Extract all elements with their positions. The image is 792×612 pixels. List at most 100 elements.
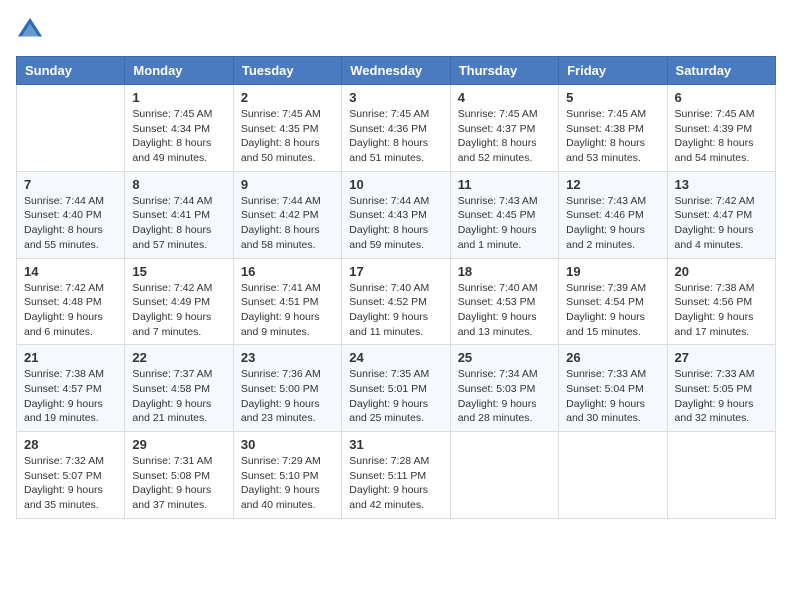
day-info: Sunrise: 7:33 AM Sunset: 5:05 PM Dayligh… (675, 367, 768, 426)
logo-icon (16, 16, 44, 44)
day-info: Sunrise: 7:42 AM Sunset: 4:48 PM Dayligh… (24, 281, 117, 340)
calendar-cell: 17 Sunrise: 7:40 AM Sunset: 4:52 PM Dayli… (342, 258, 450, 345)
calendar-cell (450, 432, 558, 519)
day-info: Sunrise: 7:34 AM Sunset: 5:03 PM Dayligh… (458, 367, 551, 426)
calendar-table: SundayMondayTuesdayWednesdayThursdayFrid… (16, 56, 776, 519)
day-number: 29 (132, 437, 225, 452)
calendar-cell: 4 Sunrise: 7:45 AM Sunset: 4:37 PM Daylig… (450, 85, 558, 172)
day-info: Sunrise: 7:31 AM Sunset: 5:08 PM Dayligh… (132, 454, 225, 513)
week-row-5: 28 Sunrise: 7:32 AM Sunset: 5:07 PM Dayli… (17, 432, 776, 519)
day-number: 14 (24, 264, 117, 279)
day-info: Sunrise: 7:29 AM Sunset: 5:10 PM Dayligh… (241, 454, 334, 513)
day-info: Sunrise: 7:45 AM Sunset: 4:39 PM Dayligh… (675, 107, 768, 166)
day-info: Sunrise: 7:43 AM Sunset: 4:46 PM Dayligh… (566, 194, 659, 253)
day-number: 12 (566, 177, 659, 192)
calendar-cell: 24Sunrise: 7:35 AM Sunset: 5:01 PM Dayli… (342, 345, 450, 432)
day-number: 27 (675, 350, 768, 365)
weekday-header-row: SundayMondayTuesdayWednesdayThursdayFrid… (17, 57, 776, 85)
day-info: Sunrise: 7:33 AM Sunset: 5:04 PM Dayligh… (566, 367, 659, 426)
day-info: Sunrise: 7:39 AM Sunset: 4:54 PM Dayligh… (566, 281, 659, 340)
day-number: 16 (241, 264, 334, 279)
calendar-cell: 30 Sunrise: 7:29 AM Sunset: 5:10 PM Dayli… (233, 432, 341, 519)
calendar-cell: 10 Sunrise: 7:44 AM Sunset: 4:43 PM Dayli… (342, 171, 450, 258)
day-info: Sunrise: 7:40 AM Sunset: 4:53 PM Dayligh… (458, 281, 551, 340)
weekday-header-tuesday: Tuesday (233, 57, 341, 85)
calendar-cell: 26 Sunrise: 7:33 AM Sunset: 5:04 PM Dayli… (559, 345, 667, 432)
weekday-header-friday: Friday (559, 57, 667, 85)
calendar-cell (17, 85, 125, 172)
calendar-cell: 2Sunrise: 7:45 AM Sunset: 4:35 PM Daylig… (233, 85, 341, 172)
calendar-cell: 11 Sunrise: 7:43 AM Sunset: 4:45 PM Dayli… (450, 171, 558, 258)
day-info: Sunrise: 7:38 AM Sunset: 4:57 PM Dayligh… (24, 367, 117, 426)
day-info: Sunrise: 7:35 AM Sunset: 5:01 PM Dayligh… (349, 367, 442, 426)
day-info: Sunrise: 7:44 AM Sunset: 4:43 PM Dayligh… (349, 194, 442, 253)
calendar-cell: 5 Sunrise: 7:45 AM Sunset: 4:38 PM Daylig… (559, 85, 667, 172)
day-info: Sunrise: 7:45 AM Sunset: 4:37 PM Dayligh… (458, 107, 551, 166)
day-info: Sunrise: 7:28 AM Sunset: 5:11 PM Dayligh… (349, 454, 442, 513)
day-info: Sunrise: 7:45 AM Sunset: 4:34 PM Dayligh… (132, 107, 225, 166)
day-number: 15 (132, 264, 225, 279)
calendar-cell: 6 Sunrise: 7:45 AM Sunset: 4:39 PM Daylig… (667, 85, 775, 172)
calendar-cell: 13Sunrise: 7:42 AM Sunset: 4:47 PM Dayli… (667, 171, 775, 258)
calendar-cell: 3 Sunrise: 7:45 AM Sunset: 4:36 PM Daylig… (342, 85, 450, 172)
day-number: 17 (349, 264, 442, 279)
day-number: 9 (241, 177, 334, 192)
day-number: 18 (458, 264, 551, 279)
day-info: Sunrise: 7:45 AM Sunset: 4:35 PM Dayligh… (241, 107, 334, 166)
calendar-cell: 20Sunrise: 7:38 AM Sunset: 4:56 PM Dayli… (667, 258, 775, 345)
calendar-cell: 8Sunrise: 7:44 AM Sunset: 4:41 PM Daylig… (125, 171, 233, 258)
page-header (16, 16, 776, 44)
calendar-cell: 29 Sunrise: 7:31 AM Sunset: 5:08 PM Dayli… (125, 432, 233, 519)
day-info: Sunrise: 7:37 AM Sunset: 4:58 PM Dayligh… (132, 367, 225, 426)
day-number: 19 (566, 264, 659, 279)
week-row-2: 7Sunrise: 7:44 AM Sunset: 4:40 PM Daylig… (17, 171, 776, 258)
day-info: Sunrise: 7:42 AM Sunset: 4:47 PM Dayligh… (675, 194, 768, 253)
day-number: 1 (132, 90, 225, 105)
day-number: 6 (675, 90, 768, 105)
calendar-cell: 1 Sunrise: 7:45 AM Sunset: 4:34 PM Daylig… (125, 85, 233, 172)
calendar-cell: 27 Sunrise: 7:33 AM Sunset: 5:05 PM Dayli… (667, 345, 775, 432)
calendar-cell: 19 Sunrise: 7:39 AM Sunset: 4:54 PM Dayli… (559, 258, 667, 345)
day-info: Sunrise: 7:32 AM Sunset: 5:07 PM Dayligh… (24, 454, 117, 513)
weekday-header-saturday: Saturday (667, 57, 775, 85)
day-number: 8 (132, 177, 225, 192)
calendar-cell: 22 Sunrise: 7:37 AM Sunset: 4:58 PM Dayli… (125, 345, 233, 432)
calendar-cell: 14 Sunrise: 7:42 AM Sunset: 4:48 PM Dayli… (17, 258, 125, 345)
calendar-cell: 12 Sunrise: 7:43 AM Sunset: 4:46 PM Dayli… (559, 171, 667, 258)
day-number: 3 (349, 90, 442, 105)
weekday-header-thursday: Thursday (450, 57, 558, 85)
calendar-cell: 25 Sunrise: 7:34 AM Sunset: 5:03 PM Dayli… (450, 345, 558, 432)
day-info: Sunrise: 7:45 AM Sunset: 4:36 PM Dayligh… (349, 107, 442, 166)
week-row-3: 14 Sunrise: 7:42 AM Sunset: 4:48 PM Dayli… (17, 258, 776, 345)
logo (16, 16, 48, 44)
day-number: 28 (24, 437, 117, 452)
day-number: 7 (24, 177, 117, 192)
calendar-cell: 7Sunrise: 7:44 AM Sunset: 4:40 PM Daylig… (17, 171, 125, 258)
calendar-cell: 9 Sunrise: 7:44 AM Sunset: 4:42 PM Daylig… (233, 171, 341, 258)
day-number: 26 (566, 350, 659, 365)
calendar-cell: 21 Sunrise: 7:38 AM Sunset: 4:57 PM Dayli… (17, 345, 125, 432)
day-number: 11 (458, 177, 551, 192)
calendar-cell: 31Sunrise: 7:28 AM Sunset: 5:11 PM Dayli… (342, 432, 450, 519)
week-row-1: 1 Sunrise: 7:45 AM Sunset: 4:34 PM Daylig… (17, 85, 776, 172)
day-info: Sunrise: 7:43 AM Sunset: 4:45 PM Dayligh… (458, 194, 551, 253)
day-number: 10 (349, 177, 442, 192)
calendar-cell: 18 Sunrise: 7:40 AM Sunset: 4:53 PM Dayli… (450, 258, 558, 345)
calendar-cell: 23Sunrise: 7:36 AM Sunset: 5:00 PM Dayli… (233, 345, 341, 432)
day-number: 30 (241, 437, 334, 452)
calendar-cell: 15 Sunrise: 7:42 AM Sunset: 4:49 PM Dayli… (125, 258, 233, 345)
day-number: 21 (24, 350, 117, 365)
calendar-cell (559, 432, 667, 519)
day-number: 25 (458, 350, 551, 365)
day-number: 4 (458, 90, 551, 105)
day-info: Sunrise: 7:45 AM Sunset: 4:38 PM Dayligh… (566, 107, 659, 166)
weekday-header-sunday: Sunday (17, 57, 125, 85)
day-info: Sunrise: 7:42 AM Sunset: 4:49 PM Dayligh… (132, 281, 225, 340)
day-info: Sunrise: 7:41 AM Sunset: 4:51 PM Dayligh… (241, 281, 334, 340)
day-info: Sunrise: 7:44 AM Sunset: 4:42 PM Dayligh… (241, 194, 334, 253)
day-info: Sunrise: 7:36 AM Sunset: 5:00 PM Dayligh… (241, 367, 334, 426)
day-info: Sunrise: 7:40 AM Sunset: 4:52 PM Dayligh… (349, 281, 442, 340)
day-number: 20 (675, 264, 768, 279)
day-number: 22 (132, 350, 225, 365)
day-number: 5 (566, 90, 659, 105)
